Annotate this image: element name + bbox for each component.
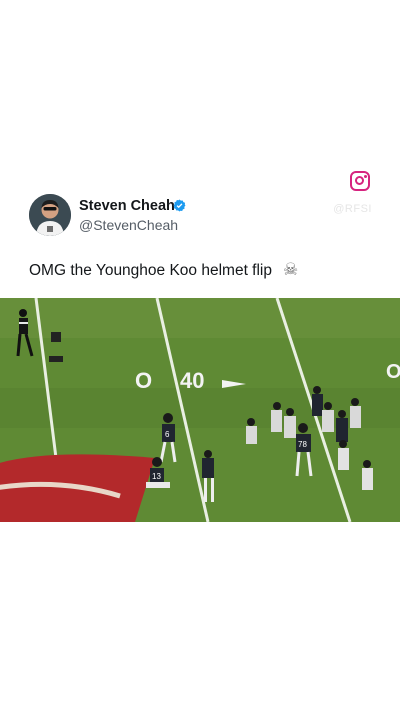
author-name[interactable]: Steven Cheah xyxy=(79,198,175,214)
post-caption: OMG the Younghoe Koo helmet flip xyxy=(29,262,272,279)
field-scene: O 40 O 6 13 78 xyxy=(0,298,400,522)
watermark: @RFSI xyxy=(333,203,372,215)
skull-emoji: ☠ xyxy=(283,260,299,279)
svg-text:13: 13 xyxy=(152,472,161,481)
yard-line-number: 40 xyxy=(180,368,204,393)
svg-text:6: 6 xyxy=(165,430,170,439)
verified-badge-icon xyxy=(173,199,186,217)
video-player[interactable]: O 40 O 6 13 78 xyxy=(0,298,400,522)
instagram-icon[interactable] xyxy=(350,171,370,191)
post-card: @RFSI Steven Cheah @StevenCheah OMG the … xyxy=(0,160,400,300)
author-handle[interactable]: @StevenCheah xyxy=(79,217,178,233)
svg-text:O: O xyxy=(135,368,152,393)
svg-text:O: O xyxy=(386,361,400,383)
avatar[interactable] xyxy=(29,194,71,236)
svg-text:78: 78 xyxy=(298,440,307,449)
